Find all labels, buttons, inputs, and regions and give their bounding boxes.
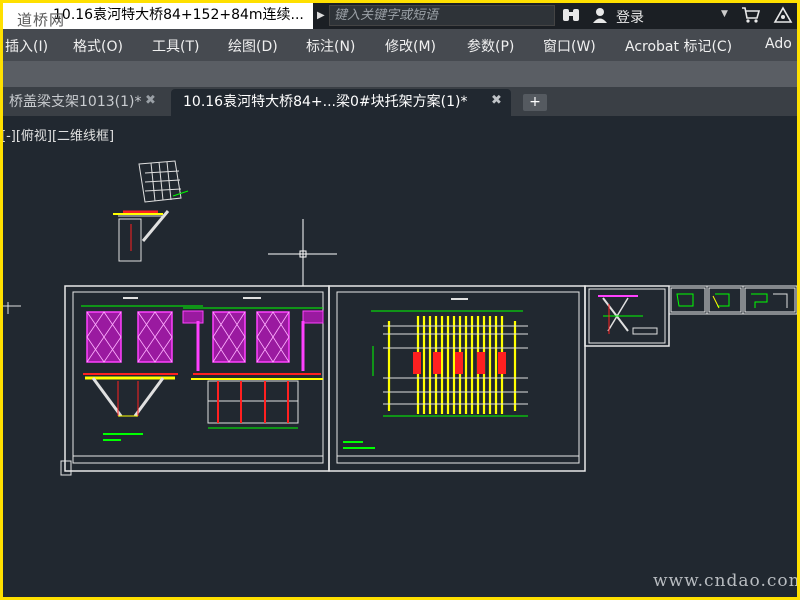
menu-acrobat-markup[interactable]: Acrobat 标记(C) bbox=[625, 36, 732, 56]
file-tab-bar: 桥盖梁支架1013(1)* ✖ 10.16袁河特大桥84+...梁0#块托架方案… bbox=[3, 87, 797, 116]
drawing-sheet-1 bbox=[60, 285, 330, 476]
app-window: 10.16袁河特大桥84+152+84m连续... 道桥网 ▶ 键入关键字或短语… bbox=[3, 3, 797, 597]
menu-tools[interactable]: 工具(T) bbox=[152, 36, 199, 56]
expand-arrow-icon[interactable]: ▶ bbox=[317, 8, 327, 24]
menu-bar: 插入(I) 格式(O) 工具(T) 绘图(D) 标注(N) 修改(M) 参数(P… bbox=[3, 29, 797, 61]
watermark-logo-top: 道桥网 bbox=[17, 11, 66, 29]
tab-label: 桥盖梁支架1013(1)* bbox=[9, 94, 142, 110]
search-input[interactable]: 键入关键字或短语 bbox=[329, 5, 555, 26]
cad-drawing[interactable] bbox=[3, 116, 797, 597]
chevron-down-icon[interactable]: ▼ bbox=[721, 9, 728, 19]
menu-adobe[interactable]: Ado bbox=[765, 36, 792, 52]
login-link[interactable]: 登录 bbox=[616, 7, 644, 27]
tab-file-1[interactable]: 桥盖梁支架1013(1)* bbox=[3, 89, 168, 116]
tab-file-2[interactable]: 10.16袁河特大桥84+...梁0#块托架方案(1)* bbox=[171, 89, 511, 116]
ribbon-area bbox=[3, 61, 797, 87]
menu-modify[interactable]: 修改(M) bbox=[385, 36, 436, 56]
menu-insert[interactable]: 插入(I) bbox=[5, 36, 48, 56]
menu-window[interactable]: 窗口(W) bbox=[543, 36, 596, 56]
user-icon[interactable] bbox=[591, 6, 609, 28]
drawing-sheet-3 bbox=[584, 285, 670, 347]
menu-parameters[interactable]: 参数(P) bbox=[467, 36, 514, 56]
new-tab-button[interactable]: + bbox=[523, 94, 547, 111]
watermark-url: www.cndao.com bbox=[653, 571, 797, 591]
cart-icon[interactable] bbox=[741, 6, 761, 28]
drawing-sheet-2 bbox=[328, 285, 586, 472]
bracket-detail-top bbox=[113, 160, 189, 262]
drawing-sheets-small bbox=[668, 285, 797, 315]
help-icon[interactable] bbox=[773, 6, 793, 28]
drawing-viewport[interactable]: [-][俯视][二维线框] www.cndao.com bbox=[3, 116, 797, 597]
close-icon[interactable]: ✖ bbox=[145, 93, 156, 108]
crosshair-cursor bbox=[268, 219, 337, 286]
close-icon[interactable]: ✖ bbox=[491, 93, 502, 108]
menu-dimension[interactable]: 标注(N) bbox=[306, 36, 355, 56]
tab-label: 10.16袁河特大桥84+...梁0#块托架方案(1)* bbox=[183, 94, 468, 110]
title-bar: 10.16袁河特大桥84+152+84m连续... 道桥网 ▶ 键入关键字或短语… bbox=[3, 3, 797, 29]
menu-format[interactable]: 格式(O) bbox=[73, 36, 123, 56]
binoculars-icon[interactable] bbox=[561, 6, 581, 28]
menu-draw[interactable]: 绘图(D) bbox=[228, 36, 278, 56]
